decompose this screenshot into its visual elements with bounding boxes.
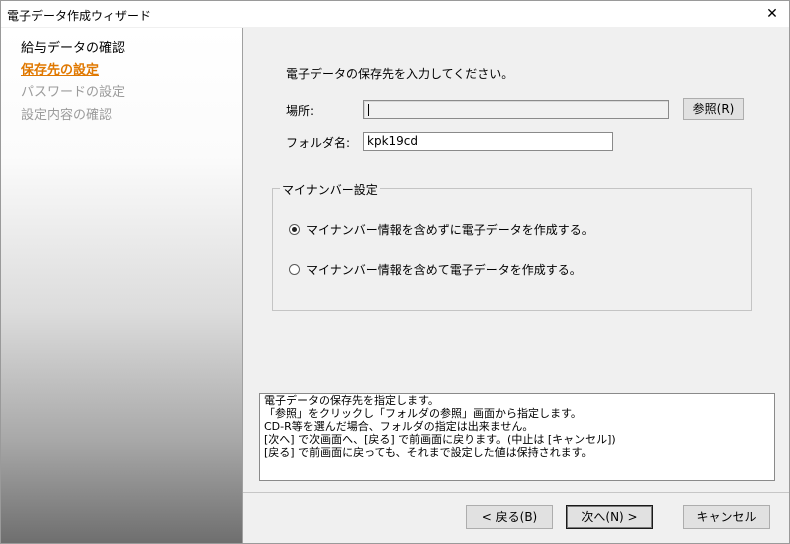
footer-divider (243, 492, 789, 493)
back-button[interactable]: < 戻る(B) (466, 505, 553, 529)
step-password: パスワードの設定 (21, 85, 126, 100)
window-title: 電子データ作成ウィザード (7, 9, 152, 23)
radio-exclude-mynumber-label: マイナンバー情報を含めずに電子データを作成する。 (306, 223, 594, 237)
next-button[interactable]: 次へ(N) > (566, 505, 653, 529)
instruction-text: 電子データの保存先を入力してください。 (286, 67, 514, 81)
mynumber-group-title: マイナンバー設定 (280, 181, 380, 198)
step-confirm-settings: 設定内容の確認 (21, 108, 113, 123)
help-line: [戻る] で前画面に戻っても、それまで設定した値は保持されます。 (264, 446, 593, 459)
wizard-steps-sidebar: 給与データの確認 保存先の設定 パスワードの設定 設定内容の確認 (1, 28, 243, 543)
close-button[interactable]: ✕ (755, 1, 789, 27)
folder-name-input[interactable]: kpk19cd (363, 132, 613, 151)
help-description-box: 電子データの保存先を指定します。 「参照」をクリックし「フォルダの参照」画面から… (259, 393, 775, 481)
wizard-content: 電子データの保存先を入力してください。 場所: 参照(R) フォルダ名: kpk… (243, 28, 789, 543)
step-salary-data-check: 給与データの確認 (21, 41, 126, 56)
wizard-window: 電子データ作成ウィザード ✕ 給与データの確認 保存先の設定 パスワードの設定 … (0, 0, 790, 544)
folder-name-label: フォルダ名: (286, 136, 351, 150)
help-line: 「参照」をクリックし「フォルダの参照」画面から指定します。 (264, 407, 582, 420)
text-caret (368, 103, 369, 116)
browse-button[interactable]: 参照(R) (683, 98, 744, 120)
radio-unselected-icon[interactable] (289, 264, 300, 275)
location-label: 場所: (286, 104, 315, 118)
help-line: 電子データの保存先を指定します。 (264, 394, 439, 407)
step-save-location: 保存先の設定 (21, 63, 100, 78)
radio-exclude-mynumber[interactable]: マイナンバー情報を含めずに電子データを作成する。 (289, 221, 594, 238)
radio-include-mynumber-label: マイナンバー情報を含めて電子データを作成する。 (306, 263, 582, 277)
help-line: [次へ] で次画面へ、[戻る] で前画面に戻ります。(中止は [キャンセル]) (264, 433, 616, 446)
radio-selected-icon[interactable] (289, 224, 300, 235)
title-bar: 電子データ作成ウィザード ✕ (1, 1, 789, 27)
radio-include-mynumber[interactable]: マイナンバー情報を含めて電子データを作成する。 (289, 261, 582, 278)
location-path-field[interactable] (363, 100, 669, 119)
cancel-button[interactable]: キャンセル (683, 505, 770, 529)
help-line: CD-R等を選んだ場合、フォルダの指定は出来ません。 (264, 420, 534, 433)
mynumber-settings-group: マイナンバー設定 マイナンバー情報を含めずに電子データを作成する。 マイナンバー… (272, 181, 752, 311)
